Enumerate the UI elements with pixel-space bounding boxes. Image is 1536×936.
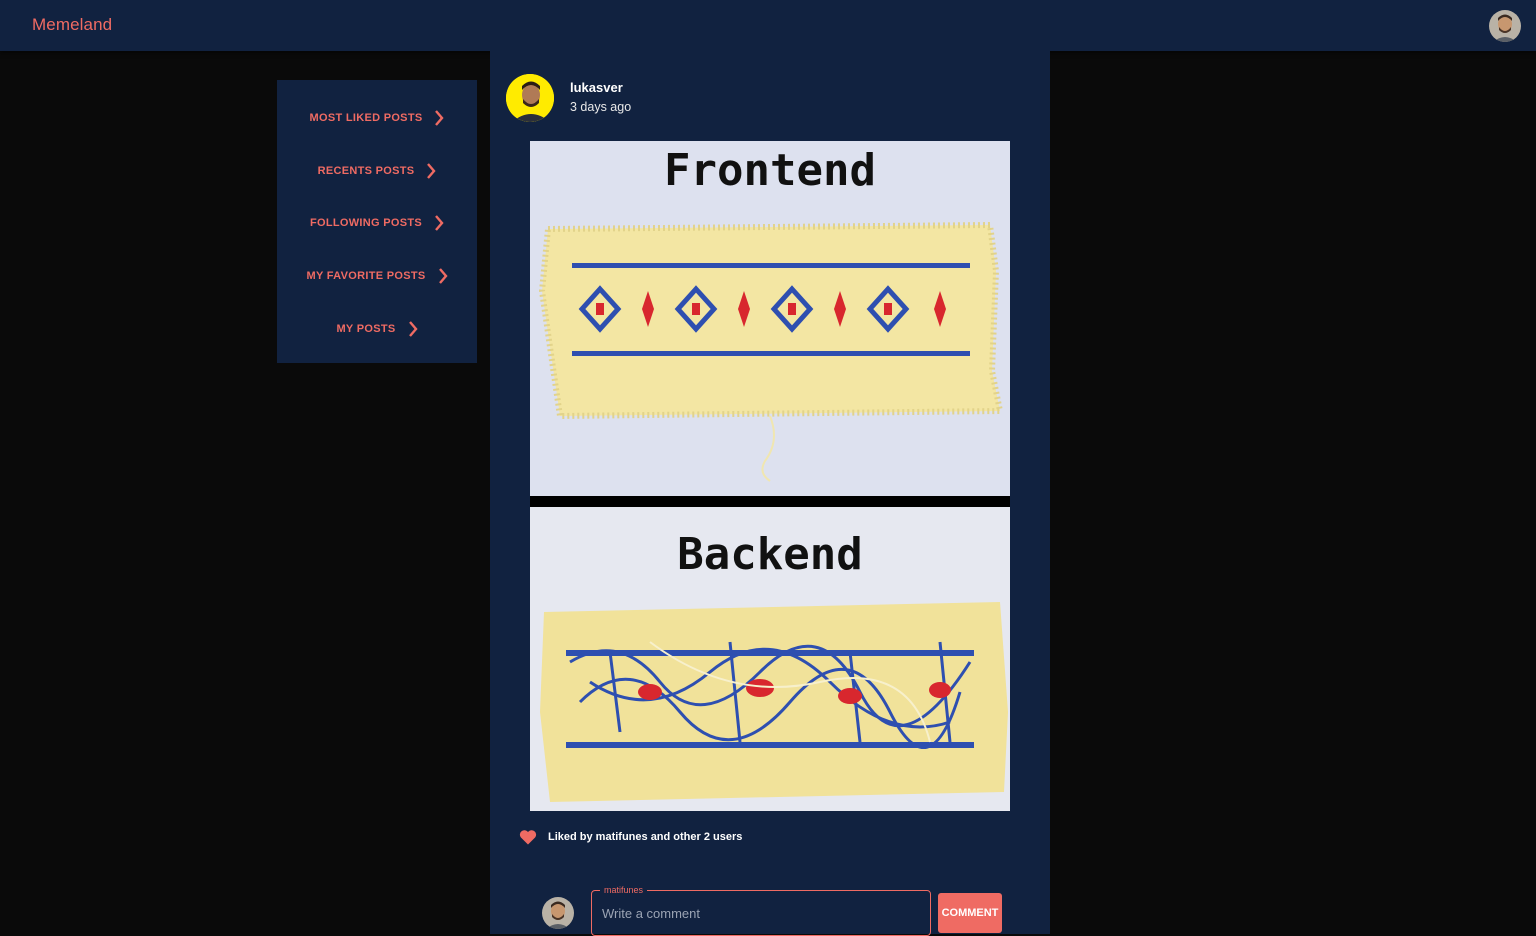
chevron-right-icon — [408, 321, 418, 337]
comment-field: matifunes — [591, 885, 931, 936]
account-avatar[interactable] — [1489, 10, 1521, 42]
user-avatar-icon — [506, 74, 554, 122]
post-author-avatar[interactable] — [506, 74, 554, 122]
sidebar-item-label: MY FAVORITE POSTS — [306, 270, 426, 282]
sidebar-item-label: FOLLOWING POSTS — [309, 217, 423, 229]
sidebar-item-most-liked[interactable]: MOST LIKED POSTS — [277, 103, 477, 133]
sidebar-item-following[interactable]: FOLLOWING POSTS — [277, 208, 477, 238]
likes-row: Liked by matifunes and other 2 users — [519, 829, 742, 845]
chevron-right-icon — [438, 268, 448, 284]
heart-icon[interactable] — [519, 829, 537, 845]
meme-bottom-caption: Backend — [677, 529, 863, 580]
meme-top-panel: Frontend — [530, 141, 1010, 496]
comment-field-label: matifunes — [600, 885, 648, 895]
user-avatar-icon — [1489, 10, 1521, 42]
post-timestamp: 3 days ago — [570, 100, 632, 114]
commenter-avatar — [542, 897, 574, 929]
comment-button[interactable]: COMMENT — [938, 893, 1002, 933]
post-author-username[interactable]: lukasver — [570, 80, 623, 95]
sidebar-menu: MOST LIKED POSTS RECENTS POSTS FOLLOWING… — [277, 80, 477, 363]
chevron-right-icon — [435, 215, 444, 231]
sidebar-item-label: MY POSTS — [336, 323, 396, 335]
comment-input[interactable] — [602, 903, 912, 923]
sidebar-item-favorites[interactable]: MY FAVORITE POSTS — [277, 261, 477, 291]
user-avatar-icon — [542, 897, 574, 929]
embroidery-front-image — [538, 221, 1004, 482]
meme-bottom-panel: Backend — [530, 507, 1010, 811]
embroidery-back-image — [540, 602, 1008, 802]
sidebar-item-label: MOST LIKED POSTS — [309, 112, 423, 124]
post-image[interactable]: Frontend Backend — [530, 141, 1010, 811]
likes-summary[interactable]: Liked by matifunes and other 2 users — [548, 831, 742, 843]
meme-top-caption: Frontend — [664, 145, 876, 196]
sidebar-item-label: RECENTS POSTS — [317, 165, 415, 177]
chevron-right-icon — [427, 163, 436, 179]
meme-divider — [530, 496, 1010, 507]
sidebar-item-my-posts[interactable]: MY POSTS — [277, 314, 477, 344]
brand-logo[interactable]: Memeland — [32, 15, 112, 35]
sidebar-item-recents[interactable]: RECENTS POSTS — [277, 156, 477, 186]
top-app-bar: Memeland — [0, 0, 1536, 51]
chevron-right-icon — [435, 110, 445, 126]
